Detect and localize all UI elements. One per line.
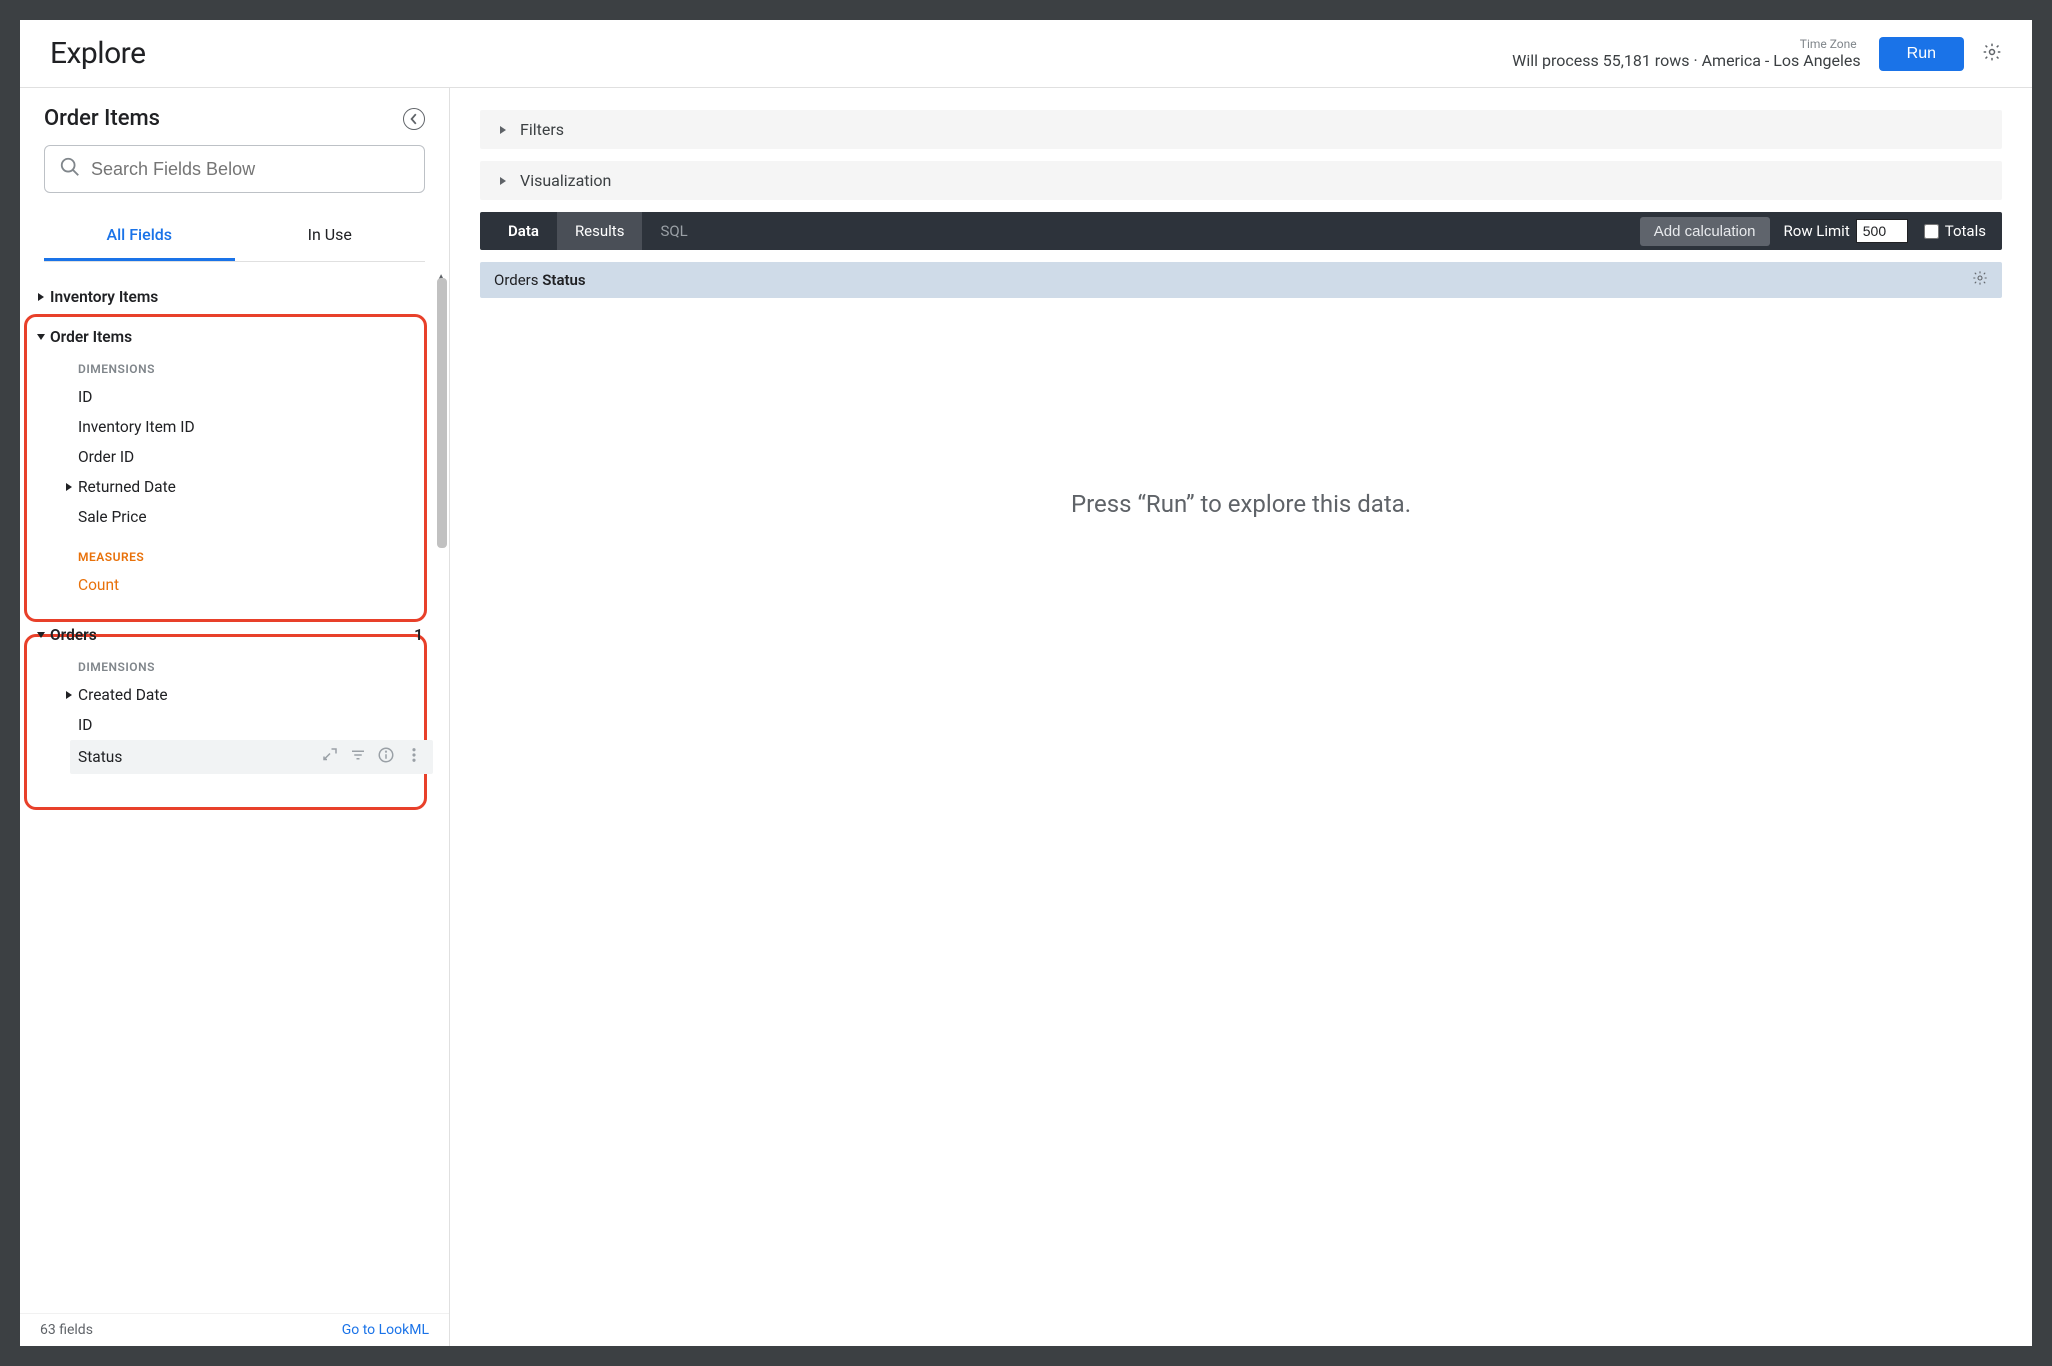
totals-label: Totals — [1945, 222, 1986, 240]
column-field: Status — [542, 271, 585, 289]
column-name: Orders Status — [494, 271, 586, 289]
row-limit-label: Row Limit — [1784, 222, 1850, 240]
field-returned-date[interactable]: Returned Date — [20, 472, 443, 502]
caret-down-icon — [32, 630, 50, 640]
view-orders[interactable]: Orders 1 — [20, 618, 443, 652]
caret-down-icon — [32, 332, 50, 342]
caret-right-icon — [498, 171, 508, 190]
section-label: Filters — [520, 120, 564, 139]
go-to-lookml-link[interactable]: Go to LookML — [342, 1322, 429, 1338]
view-label: Orders — [50, 626, 97, 644]
column-gear-icon[interactable] — [1972, 270, 1988, 290]
add-calculation-button[interactable]: Add calculation — [1640, 217, 1770, 246]
field-label: Status — [78, 748, 122, 766]
search-fields-input-wrap[interactable] — [44, 145, 425, 193]
app-window: Explore Time Zone Will process 55,181 ro… — [20, 20, 2032, 1346]
empty-state-message: Press “Run” to explore this data. — [480, 310, 2002, 1324]
settings-icon[interactable] — [1982, 42, 2002, 66]
pivot-icon[interactable] — [321, 746, 339, 768]
more-icon[interactable] — [405, 746, 423, 768]
results-tab[interactable]: Results — [557, 212, 643, 250]
field-label: Returned Date — [78, 478, 176, 496]
filters-section[interactable]: Filters — [480, 110, 2002, 149]
sidebar-top: Order Items All Fields In Use — [20, 88, 449, 274]
header-right: Time Zone Will process 55,181 rows · Ame… — [1512, 37, 2002, 71]
field-tree: Inventory Items Order Items DIMENSIONS I… — [20, 274, 443, 774]
caret-right-icon — [60, 482, 78, 492]
dimensions-label: DIMENSIONS — [20, 354, 443, 382]
column-group: Orders — [494, 271, 539, 289]
field-order-id[interactable]: Order ID — [20, 442, 443, 472]
run-button[interactable]: Run — [1879, 37, 1964, 71]
search-fields-input[interactable] — [91, 159, 410, 180]
caret-right-icon — [498, 120, 508, 139]
sidebar-tabs: All Fields In Use — [44, 215, 425, 262]
field-count: 63 fields — [40, 1322, 93, 1338]
explore-content: Filters Visualization Data Results SQL A… — [450, 88, 2032, 1346]
field-label: Created Date — [78, 686, 168, 704]
view-order-items[interactable]: Order Items — [20, 320, 443, 354]
search-icon — [59, 156, 81, 182]
view-inventory-items[interactable]: Inventory Items — [20, 280, 443, 314]
caret-right-icon — [60, 690, 78, 700]
view-label: Order Items — [50, 328, 132, 346]
timezone-label: Time Zone — [1800, 37, 1857, 51]
tab-label: SQL — [660, 222, 687, 240]
field-status[interactable]: Status — [70, 740, 433, 774]
field-tree-scroll[interactable]: ▲ Inventory Items Order Items D — [20, 274, 449, 1313]
field-actions — [321, 746, 423, 768]
collapse-sidebar-button[interactable] — [403, 108, 425, 130]
timezone-dropdown[interactable]: Time Zone — [1800, 37, 1861, 51]
caret-right-icon — [32, 292, 50, 302]
row-count-status: Will process 55,181 rows · America - Los… — [1512, 51, 1860, 70]
field-count[interactable]: Count — [20, 570, 443, 600]
sidebar-footer: 63 fields Go to LookML — [20, 1313, 449, 1346]
header: Explore Time Zone Will process 55,181 ro… — [20, 20, 2032, 88]
data-tab[interactable]: Data — [480, 212, 557, 250]
explore-name: Order Items — [44, 106, 160, 131]
section-label: Visualization — [520, 171, 611, 190]
data-column-header[interactable]: Orders Status — [480, 262, 2002, 298]
page-title: Explore — [50, 36, 145, 71]
filter-icon[interactable] — [349, 746, 367, 768]
field-inventory-item-id[interactable]: Inventory Item ID — [20, 412, 443, 442]
header-status-stack: Time Zone Will process 55,181 rows · Ame… — [1512, 37, 1860, 70]
data-section-bar: Data Results SQL Add calculation Row Lim… — [480, 212, 2002, 250]
tab-in-use[interactable]: In Use — [235, 215, 426, 261]
view-label: Inventory Items — [50, 288, 158, 306]
field-picker-sidebar: Order Items All Fields In Use ▲ — [20, 88, 450, 1346]
totals-toggle[interactable]: Totals — [1924, 222, 2002, 240]
info-icon[interactable] — [377, 746, 395, 768]
field-sale-price[interactable]: Sale Price — [20, 502, 443, 532]
tab-label: Data — [508, 222, 539, 240]
field-created-date[interactable]: Created Date — [20, 680, 443, 710]
tab-all-fields[interactable]: All Fields — [44, 215, 235, 261]
field-id[interactable]: ID — [20, 382, 443, 412]
measures-label: MEASURES — [20, 542, 443, 570]
selected-count-badge: 1 — [414, 626, 433, 644]
field-orders-id[interactable]: ID — [20, 710, 443, 740]
row-limit-input[interactable] — [1856, 219, 1908, 243]
tab-label: Results — [575, 222, 625, 240]
sql-tab[interactable]: SQL — [642, 212, 705, 250]
totals-checkbox[interactable] — [1924, 224, 1939, 239]
main: Order Items All Fields In Use ▲ — [20, 88, 2032, 1346]
dimensions-label: DIMENSIONS — [20, 652, 443, 680]
visualization-section[interactable]: Visualization — [480, 161, 2002, 200]
